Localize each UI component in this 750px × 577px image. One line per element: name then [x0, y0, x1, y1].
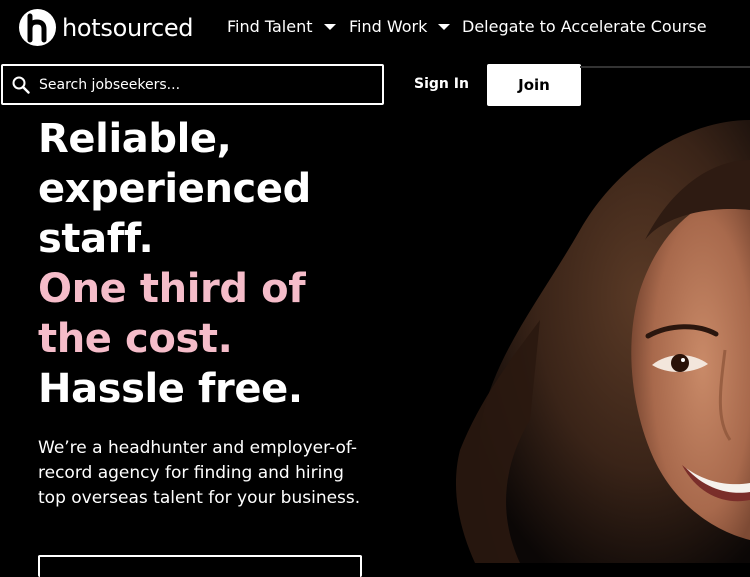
search-input[interactable] [37, 75, 361, 94]
join-button-label: Join [518, 76, 550, 94]
nav-delegate-label: Delegate to Accelerate Course [462, 17, 707, 36]
hero-headline: Reliable, experienced staff. One third o… [38, 114, 458, 414]
logo[interactable]: hotsourced [19, 9, 194, 46]
sign-in-link[interactable]: Sign In [414, 76, 469, 92]
nav-find-work-label: Find Work [349, 17, 428, 36]
nav-find-talent[interactable]: Find Talent [227, 17, 336, 36]
chevron-down-icon [323, 23, 336, 30]
header-divider [580, 66, 750, 68]
search-bar[interactable] [1, 64, 384, 105]
brand-name: hotsourced [62, 13, 194, 42]
headline-line: Hassle free. [38, 366, 303, 412]
nav-delegate-course[interactable]: Delegate to Accelerate Course [462, 17, 707, 36]
headline-line: staff. [38, 216, 154, 262]
headline-line: Reliable, [38, 116, 232, 162]
cta-button[interactable] [38, 555, 362, 577]
chevron-down-icon [438, 23, 451, 30]
hero-description: We’re a headhunter and employer-of-recor… [38, 438, 361, 508]
hero-portrait-image [420, 100, 750, 563]
headline-accent-line: the cost. [38, 316, 233, 362]
search-icon [12, 76, 30, 94]
top-navigation: hotsourced Find Talent Find Work Delegat… [0, 0, 750, 56]
headline-accent-line: One third of [38, 266, 306, 312]
nav-find-work[interactable]: Find Work [349, 17, 451, 36]
hotsourced-logo-icon [19, 9, 56, 46]
nav-find-talent-label: Find Talent [227, 17, 313, 36]
headline-line: experienced [38, 166, 311, 212]
